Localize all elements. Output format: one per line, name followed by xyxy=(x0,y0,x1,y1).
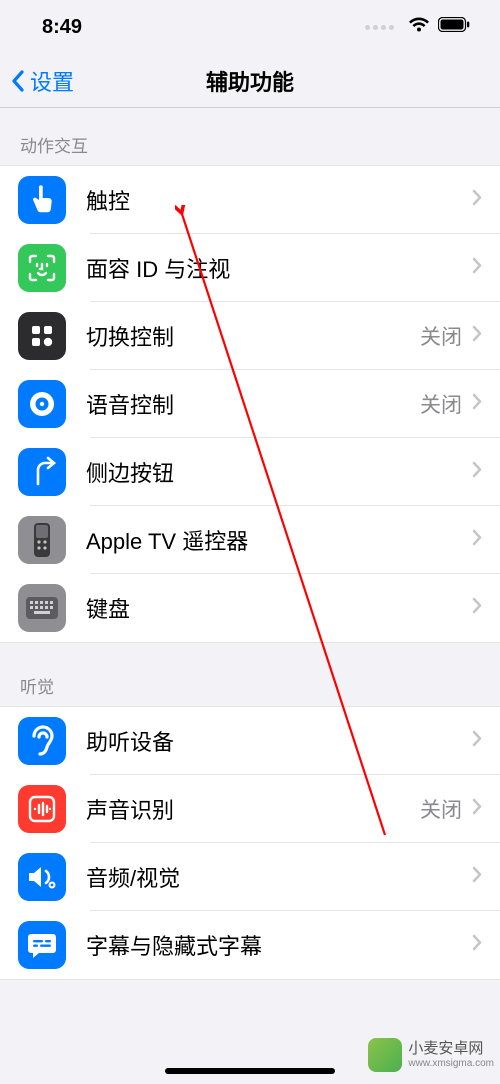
row-faceid[interactable]: 面容 ID 与注视 xyxy=(0,234,500,302)
home-indicator xyxy=(165,1068,335,1074)
row-voice-control[interactable]: 语音控制 关闭 xyxy=(0,370,500,438)
row-sound-recognition[interactable]: 声音识别 关闭 xyxy=(0,775,500,843)
hearing-devices-icon xyxy=(18,717,66,765)
side-button-icon xyxy=(18,448,66,496)
chevron-right-icon xyxy=(472,393,482,415)
chevron-right-icon xyxy=(472,730,482,752)
row-label: 键盘 xyxy=(86,592,472,624)
row-apple-tv-remote[interactable]: Apple TV 遥控器 xyxy=(0,506,500,574)
row-value: 关闭 xyxy=(420,794,462,824)
touch-icon xyxy=(18,176,66,224)
status-right xyxy=(365,17,470,38)
row-touch[interactable]: 触控 xyxy=(0,166,500,234)
faceid-icon xyxy=(18,244,66,292)
section-header-hearing: 听觉 xyxy=(0,643,500,706)
chevron-right-icon xyxy=(472,866,482,888)
chevron-right-icon xyxy=(472,461,482,483)
row-label: 语音控制 xyxy=(86,388,420,420)
group-motor: 触控 面容 ID 与注视 切换控制 关闭 语音控制 关闭 侧边按钮 xyxy=(0,165,500,643)
row-label: 助听设备 xyxy=(86,725,472,757)
chevron-right-icon xyxy=(472,798,482,820)
watermark: 小麦安卓网 www.xmsigma.com xyxy=(368,1038,494,1072)
row-subtitles[interactable]: 字幕与隐藏式字幕 xyxy=(0,911,500,979)
wifi-icon xyxy=(408,17,430,38)
chevron-right-icon xyxy=(472,597,482,619)
chevron-right-icon xyxy=(472,257,482,279)
apple-tv-remote-icon xyxy=(18,516,66,564)
row-label: 侧边按钮 xyxy=(86,456,472,488)
status-bar: 8:49 xyxy=(0,0,500,54)
row-switch-control[interactable]: 切换控制 关闭 xyxy=(0,302,500,370)
row-label: 音频/视觉 xyxy=(86,861,472,893)
row-value: 关闭 xyxy=(420,389,462,419)
keyboard-icon xyxy=(18,584,66,632)
battery-icon xyxy=(438,17,470,37)
chevron-right-icon xyxy=(472,325,482,347)
row-value: 关闭 xyxy=(420,321,462,351)
row-label: 切换控制 xyxy=(86,320,420,352)
chevron-right-icon xyxy=(472,189,482,211)
section-header-motor: 动作交互 xyxy=(0,108,500,165)
row-label: 字幕与隐藏式字幕 xyxy=(86,929,472,961)
row-keyboard[interactable]: 键盘 xyxy=(0,574,500,642)
page-title: 辅助功能 xyxy=(206,65,294,97)
row-label: 声音识别 xyxy=(86,793,420,825)
chevron-right-icon xyxy=(472,529,482,551)
chevron-right-icon xyxy=(472,934,482,956)
row-hearing-devices[interactable]: 助听设备 xyxy=(0,707,500,775)
switch-control-icon xyxy=(18,312,66,360)
row-label: Apple TV 遥控器 xyxy=(86,524,472,556)
watermark-url: www.xmsigma.com xyxy=(408,1058,494,1069)
cellular-dots-icon xyxy=(365,25,394,30)
watermark-name: 小麦安卓网 xyxy=(408,1040,483,1057)
row-label: 面容 ID 与注视 xyxy=(86,252,472,284)
sound-recognition-icon xyxy=(18,785,66,833)
back-label: 设置 xyxy=(30,65,74,97)
group-hearing: 助听设备 声音识别 关闭 音频/视觉 字幕与隐藏式字幕 xyxy=(0,706,500,980)
voice-control-icon xyxy=(18,380,66,428)
row-side-button[interactable]: 侧边按钮 xyxy=(0,438,500,506)
watermark-logo-icon xyxy=(368,1038,402,1072)
status-time: 8:49 xyxy=(42,16,82,39)
row-label: 触控 xyxy=(86,184,472,216)
chevron-left-icon xyxy=(10,69,26,93)
audio-visual-icon xyxy=(18,853,66,901)
nav-bar: 设置 辅助功能 xyxy=(0,54,500,108)
subtitles-icon xyxy=(18,921,66,969)
row-audio-visual[interactable]: 音频/视觉 xyxy=(0,843,500,911)
back-button[interactable]: 设置 xyxy=(0,65,74,97)
